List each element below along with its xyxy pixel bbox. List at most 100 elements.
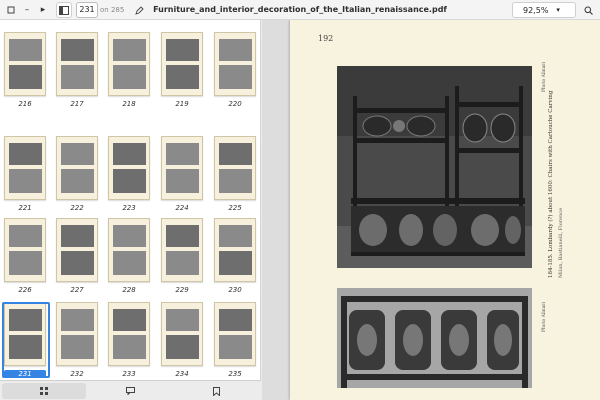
thumbnail-page-number: 224 xyxy=(175,204,189,212)
thumbnail-illustration xyxy=(61,335,94,359)
photo-credit-upper: Photo Alinari xyxy=(542,62,547,92)
thumbnail-illustration xyxy=(219,143,252,165)
thumbnail-illustration xyxy=(61,39,94,61)
page-thumbnail[interactable] xyxy=(108,32,150,96)
sidebar-tab-bar xyxy=(0,380,261,400)
page-thumbnail[interactable] xyxy=(56,32,98,96)
document-view[interactable]: 192 184-185. Lombardy (?) about 1600: Ch… xyxy=(262,20,600,400)
thumbnail-page-number: 219 xyxy=(175,100,189,108)
thumbnail-page-number: 221 xyxy=(18,204,32,212)
page-thumbnail[interactable] xyxy=(108,218,150,282)
thumbnail-illustration xyxy=(166,225,199,247)
thumbnail-illustration xyxy=(61,169,94,193)
thumbnail-illustration xyxy=(9,143,42,165)
page-thumbnail[interactable] xyxy=(214,136,256,200)
thumbnail-illustration xyxy=(61,251,94,275)
zoom-select[interactable]: 92,5% ▾ xyxy=(512,2,576,18)
photo-credit-lower: Photo Alinari xyxy=(542,302,547,332)
page-number-label: 192 xyxy=(318,34,334,43)
thumbnail-illustration xyxy=(219,309,252,331)
window-menu-icon xyxy=(7,6,15,14)
thumbnail-illustration xyxy=(113,335,146,359)
thumbnail-sidebar[interactable]: 2112122132142152162172182192202212222232… xyxy=(0,20,261,380)
minimize-icon: – xyxy=(24,5,30,15)
pdf-page: 192 184-185. Lombardy (?) about 1600: Ch… xyxy=(290,20,600,400)
thumbnail-page-number: 225 xyxy=(228,204,242,212)
thumbnail-illustration xyxy=(113,309,146,331)
comment-icon xyxy=(125,387,135,395)
page-thumbnail[interactable] xyxy=(108,302,150,366)
thumbnail-illustration xyxy=(166,143,199,165)
thumbnail-illustration xyxy=(9,251,42,275)
thumbnail-illustration xyxy=(219,251,252,275)
thumbnail-illustration xyxy=(61,225,94,247)
thumbnail-page-number: 218 xyxy=(122,100,136,108)
page-thumbnail[interactable] xyxy=(161,218,203,282)
thumbnail-illustration xyxy=(113,251,146,275)
page-thumbnail[interactable] xyxy=(108,136,150,200)
grid-icon xyxy=(40,387,48,395)
search-icon xyxy=(584,6,593,15)
thumbnail-page-number: 228 xyxy=(122,286,136,294)
thumbnail-page-number: 235 xyxy=(228,370,242,378)
page-thumbnail[interactable] xyxy=(161,302,203,366)
thumbnail-illustration xyxy=(166,309,199,331)
tab-annotations[interactable] xyxy=(88,383,172,399)
thumbnail-page-number: 216 xyxy=(18,100,32,108)
thumbnail-illustration xyxy=(166,65,199,89)
thumbnail-page-number: 226 xyxy=(18,286,32,294)
page-thumbnail[interactable] xyxy=(214,218,256,282)
page-total-label: on 285 xyxy=(100,6,125,14)
page-number-input[interactable]: 231 xyxy=(76,2,98,18)
page-thumbnail[interactable] xyxy=(161,32,203,96)
maximize-icon: ▸ xyxy=(40,5,46,15)
thumbnail-illustration xyxy=(166,251,199,275)
annotate-button[interactable] xyxy=(132,2,146,18)
thumbnail-page-number: 220 xyxy=(228,100,242,108)
page-thumbnail[interactable] xyxy=(214,32,256,96)
plate-caption: 184-185. Lombardy (?) about 1600: Chairs… xyxy=(548,90,554,278)
thumbnail-illustration xyxy=(219,169,252,193)
photo-plate-chairs-lower xyxy=(337,288,532,388)
page-thumbnail[interactable] xyxy=(56,302,98,366)
sidebar-icon xyxy=(59,5,69,15)
maximize-button[interactable]: ▸ xyxy=(36,2,50,18)
photo-plate-chairs-upper xyxy=(337,66,532,268)
thumbnail-page-number: 227 xyxy=(70,286,84,294)
page-thumbnail[interactable] xyxy=(4,136,46,200)
page-thumbnail[interactable] xyxy=(4,218,46,282)
carved-chair-detail-image xyxy=(337,288,532,388)
tab-bookmarks[interactable] xyxy=(174,383,258,399)
thumbnail-illustration xyxy=(166,169,199,193)
document-title: Furniture_and_interior_decoration_of_the… xyxy=(153,5,447,14)
tab-thumbnails[interactable] xyxy=(2,383,86,399)
thumbnail-illustration xyxy=(9,169,42,193)
page-thumbnail[interactable] xyxy=(4,32,46,96)
minimize-button[interactable]: – xyxy=(20,2,34,18)
thumbnail-illustration xyxy=(219,225,252,247)
thumbnail-illustration xyxy=(61,309,94,331)
thumbnail-illustration xyxy=(61,65,94,89)
plate-credit: Milan, Bastianelli, Florence xyxy=(558,207,564,278)
window-menu-button[interactable] xyxy=(4,2,18,18)
thumbnail-page-number: 230 xyxy=(228,286,242,294)
selected-thumbnail-frame xyxy=(2,302,50,378)
thumbnail-page-number: 233 xyxy=(122,370,136,378)
page-thumbnail[interactable] xyxy=(214,302,256,366)
thumbnail-illustration xyxy=(219,335,252,359)
sidebar-toggle-button[interactable] xyxy=(56,2,72,18)
page-thumbnail[interactable] xyxy=(56,136,98,200)
thumbnail-illustration xyxy=(113,169,146,193)
pencil-icon xyxy=(134,5,144,15)
carved-chairs-image xyxy=(337,66,532,268)
thumbnail-illustration xyxy=(113,39,146,61)
thumbnail-illustration xyxy=(61,143,94,165)
thumbnail-illustration xyxy=(113,65,146,89)
pdf-viewer-window: – ▸ 231 on 285 Furniture_and_interior_de… xyxy=(0,0,600,400)
zoom-value: 92,5% xyxy=(523,5,549,15)
page-thumbnail[interactable] xyxy=(56,218,98,282)
search-button[interactable] xyxy=(581,2,595,18)
thumbnail-illustration xyxy=(9,65,42,89)
page-thumbnail[interactable] xyxy=(161,136,203,200)
thumbnail-page-number: 217 xyxy=(70,100,84,108)
